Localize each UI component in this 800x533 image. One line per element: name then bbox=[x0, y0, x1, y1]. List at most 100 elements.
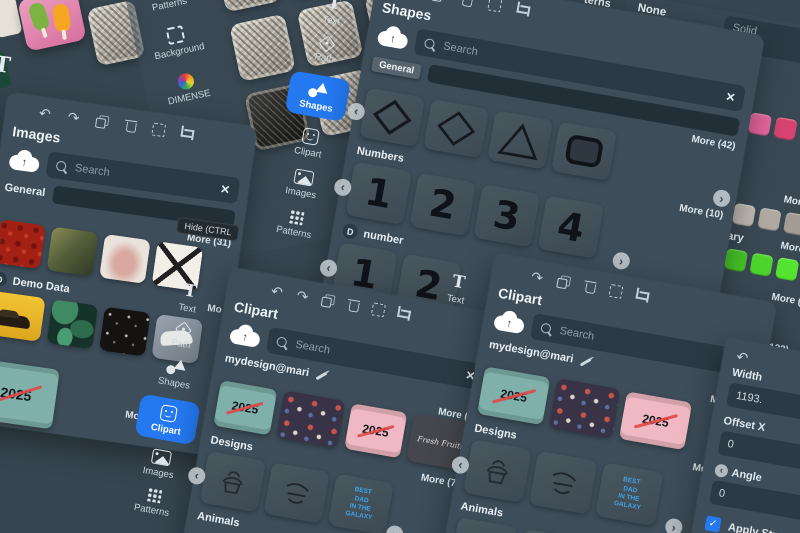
shape-triangle-tile[interactable] bbox=[487, 110, 553, 169]
chevron-left-icon[interactable] bbox=[714, 463, 729, 478]
undo-icon[interactable] bbox=[36, 105, 53, 122]
design-best-dad-tile[interactable]: BEST DAD IN THE GALAXY bbox=[595, 463, 663, 527]
number-shape-tile[interactable]: 1 bbox=[346, 162, 412, 225]
thumbnail-coffee-pattern[interactable] bbox=[99, 307, 151, 357]
section-label: Designs bbox=[210, 434, 254, 453]
crop-icon[interactable] bbox=[633, 287, 650, 304]
duplicate-icon[interactable] bbox=[320, 292, 337, 309]
clipart-2025-teal[interactable]: 2025 bbox=[477, 366, 550, 425]
design-sketch-tile[interactable] bbox=[529, 451, 597, 515]
design-best-dad-tile[interactable]: BEST DAD IN THE GALAXY bbox=[328, 474, 394, 533]
apply-stroke-checkbox[interactable] bbox=[704, 515, 721, 532]
thumbnail-hands-photo[interactable] bbox=[99, 234, 151, 284]
clipart-2025-teal[interactable]: 2025 bbox=[213, 380, 277, 435]
color-swatch[interactable] bbox=[732, 203, 756, 227]
delete-icon[interactable] bbox=[123, 117, 140, 134]
duplicate-icon[interactable] bbox=[555, 273, 572, 290]
crop-icon[interactable] bbox=[178, 125, 195, 142]
edit-pencil-icon[interactable] bbox=[316, 371, 328, 380]
sidebar-item-background[interactable]: Background bbox=[149, 21, 205, 62]
thumbnail-yellow-car[interactable] bbox=[0, 290, 46, 341]
text-icon bbox=[451, 273, 467, 293]
color-swatch[interactable] bbox=[775, 257, 799, 281]
clear-search-icon[interactable] bbox=[220, 181, 231, 197]
undo-icon[interactable] bbox=[268, 283, 285, 300]
sidebar-item-shapes[interactable]: Shapes bbox=[157, 357, 194, 392]
sidebar-item-path[interactable]: Path bbox=[314, 36, 338, 65]
number-shape-tile[interactable]: 3 bbox=[474, 184, 540, 247]
color-swatch[interactable] bbox=[749, 253, 773, 277]
design-sketch-tile[interactable] bbox=[264, 462, 330, 523]
thumbnail-olive-abstract[interactable] bbox=[47, 227, 99, 277]
color-swatch[interactable] bbox=[757, 207, 781, 231]
design-cupcake-tile[interactable] bbox=[200, 451, 266, 512]
crop-icon[interactable] bbox=[514, 1, 531, 18]
pattern-tile[interactable] bbox=[229, 14, 296, 82]
select-icon[interactable] bbox=[371, 302, 386, 317]
shape-diamond-tile[interactable] bbox=[359, 88, 425, 147]
upload-button[interactable] bbox=[228, 321, 264, 350]
clipart-gnome-pattern[interactable] bbox=[549, 378, 621, 438]
redo-icon[interactable] bbox=[294, 287, 311, 304]
sidebar-item-patterns[interactable]: Patterns bbox=[148, 0, 188, 14]
sidebar-item-path[interactable]: Path bbox=[170, 322, 194, 351]
sidebar-item-text[interactable]: Text bbox=[321, 0, 344, 28]
chevron-right-icon[interactable] bbox=[611, 251, 631, 271]
shape-rounded-square-tile[interactable] bbox=[551, 122, 617, 181]
sidebar-item-shapes-selected[interactable]: Shapes bbox=[285, 70, 351, 122]
section-label: Animals bbox=[196, 510, 240, 529]
more-button[interactable]: More (188) bbox=[780, 240, 800, 260]
thumbnail-popsicles[interactable] bbox=[17, 0, 87, 52]
sidebar-item-images[interactable]: Images bbox=[142, 447, 178, 481]
upload-button[interactable] bbox=[492, 307, 528, 336]
sidebar-item-text[interactable]: Text bbox=[446, 272, 469, 307]
section-label: Demo Data bbox=[12, 275, 71, 295]
redo-icon[interactable] bbox=[65, 109, 82, 126]
delete-icon[interactable] bbox=[582, 278, 599, 295]
duplicate-icon[interactable] bbox=[94, 113, 111, 130]
shape-diamond-tile[interactable] bbox=[423, 99, 489, 158]
color-swatch[interactable] bbox=[783, 212, 800, 236]
upload-arrow-icon bbox=[505, 317, 513, 330]
section-label: Designs bbox=[473, 423, 517, 442]
duplicate-icon[interactable] bbox=[430, 0, 447, 3]
clipart-2025-pink[interactable]: 2025 bbox=[619, 391, 692, 450]
delete-icon[interactable] bbox=[345, 296, 362, 313]
chevron-right-icon[interactable] bbox=[712, 188, 732, 208]
cupcake-sketch-icon bbox=[212, 461, 254, 503]
sidebar-item-patterns[interactable]: Patterns bbox=[133, 485, 173, 519]
color-swatch[interactable] bbox=[748, 112, 772, 136]
number-shape-tile[interactable]: 2 bbox=[410, 173, 476, 236]
color-swatch[interactable] bbox=[724, 248, 748, 272]
number-shape-tile[interactable]: 4 bbox=[538, 195, 604, 258]
clear-search-icon[interactable] bbox=[725, 89, 736, 105]
select-icon[interactable] bbox=[608, 283, 623, 298]
sidebar-item-dimense[interactable]: DIMENSE bbox=[163, 69, 212, 107]
undo-icon[interactable] bbox=[734, 348, 751, 365]
redo-icon[interactable] bbox=[529, 268, 546, 285]
clipart-2025-pink[interactable]: 2025 bbox=[344, 403, 408, 458]
edit-pencil-icon[interactable] bbox=[580, 358, 592, 367]
search-input[interactable] bbox=[72, 161, 215, 195]
design-cupcake-tile[interactable] bbox=[463, 439, 531, 503]
doodle-sketch-icon bbox=[276, 472, 318, 514]
upload-button[interactable] bbox=[7, 147, 42, 175]
delete-icon[interactable] bbox=[459, 0, 476, 8]
select-icon[interactable] bbox=[151, 122, 166, 137]
thumbnail-green-leaves[interactable] bbox=[46, 299, 98, 349]
upload-button[interactable] bbox=[375, 23, 411, 52]
sidebar-item-clipart[interactable]: Clipart bbox=[293, 126, 325, 160]
clipart-gnome-pattern[interactable] bbox=[276, 390, 345, 448]
select-icon[interactable] bbox=[487, 0, 502, 12]
pattern-tile[interactable] bbox=[214, 0, 281, 13]
sidebar-item-clipart-selected[interactable]: Clipart bbox=[134, 394, 200, 446]
color-swatch[interactable] bbox=[773, 117, 797, 141]
sidebar-item-patterns[interactable]: Patterns bbox=[275, 207, 315, 241]
chevron-right-icon[interactable] bbox=[664, 517, 684, 533]
crop-icon[interactable] bbox=[394, 305, 411, 322]
sidebar-item-text[interactable]: Text bbox=[178, 281, 201, 316]
thumbnail-red-berries[interactable] bbox=[0, 219, 46, 269]
sidebar-item-images[interactable]: Images bbox=[284, 167, 320, 201]
text-tool-icon[interactable]: T bbox=[0, 51, 12, 79]
thumbnail-2025-teal[interactable]: 2025 bbox=[0, 359, 60, 430]
